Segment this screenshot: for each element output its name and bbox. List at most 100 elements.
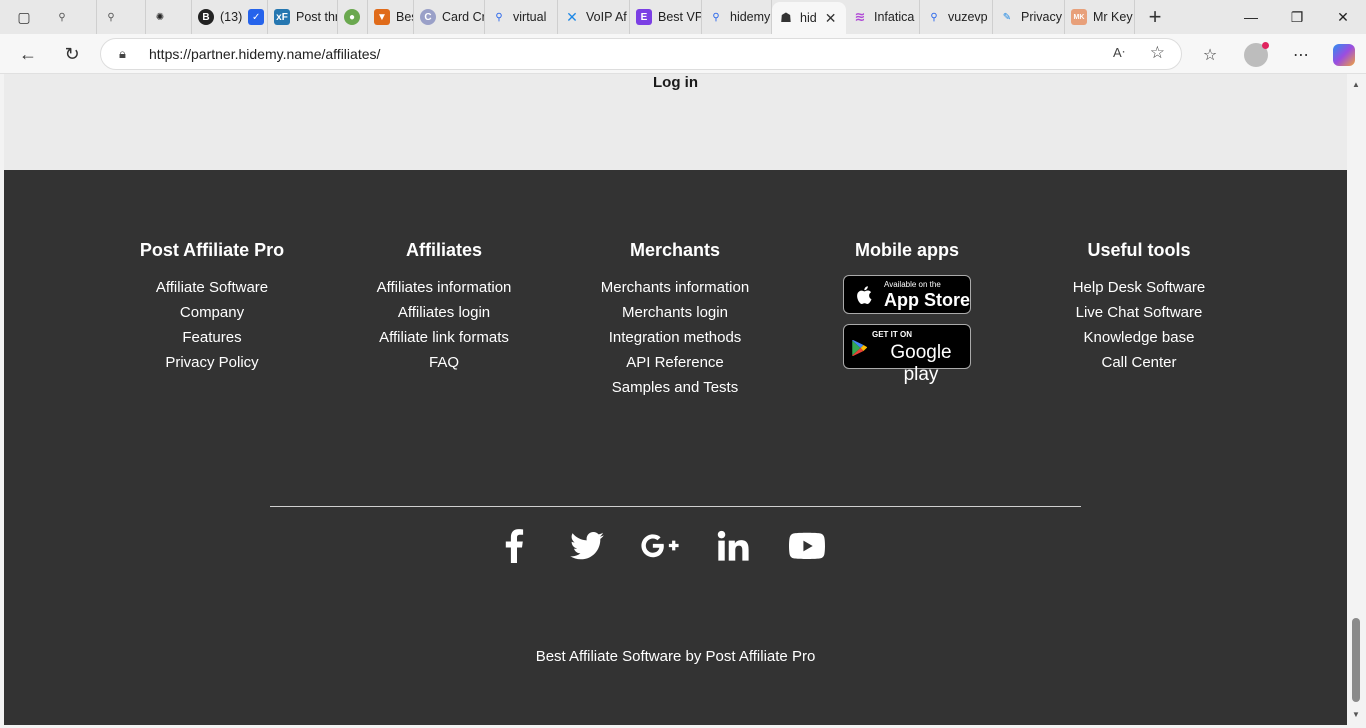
scroll-up-icon[interactable]: ▲ [1352,80,1360,89]
login-label[interactable]: Log in [4,74,1347,91]
footer: Post Affiliate Pro Affiliate Software Co… [4,170,1347,725]
tab[interactable]: ✕ VoIP Af [558,0,630,34]
mrkey-icon: MK [1071,9,1087,25]
footer-link[interactable]: Privacy Policy [92,350,332,375]
avatar [1244,42,1269,67]
footer-link[interactable]: Affiliate Software [92,275,332,300]
footer-link[interactable]: Call Center [1019,350,1259,375]
scroll-down-icon[interactable]: ▼ [1352,710,1360,719]
search-icon: ⚲ [107,11,115,23]
footer-col-title: Merchants [629,240,721,260]
tab[interactable]: ✎ Privacy [993,0,1065,34]
tab[interactable]: ⚲ [48,0,97,34]
favorites-icon[interactable]: ☆ [1197,42,1223,68]
tab[interactable]: ⚲ hidemy [702,0,772,34]
minimize-icon[interactable]: — [1228,0,1274,34]
tab-label: virtual [513,10,547,24]
footer-link[interactable]: Affiliate link formats [324,325,564,350]
footer-col-post-affiliate-pro: Post Affiliate Pro Affiliate Software Co… [92,240,332,375]
google-play-large: Google play [890,342,952,385]
favorite-star-icon[interactable]: ☆ [1150,43,1165,63]
tab-label: Infatica [874,10,915,24]
app-store-badge[interactable]: Available on the App Store [843,275,971,314]
tab[interactable]: MK Mr Key [1065,0,1135,34]
tab[interactable]: ⚲ vuzevp [920,0,993,34]
footer-col-affiliates: Affiliates Affiliates information Affili… [324,240,564,375]
tab[interactable]: C Card Cr [414,0,485,34]
footer-col-useful-tools: Useful tools Help Desk Software Live Cha… [1019,240,1259,375]
close-window-icon[interactable]: ✕ [1320,0,1366,34]
address-bar-row: ← ↻ 🔒︎ https://partner.hidemy.name/affil… [0,34,1366,74]
google-play-badge[interactable]: GET IT ON Google play [843,324,971,385]
infatica-icon: ≋ [854,9,866,24]
footer-link[interactable]: Features [92,325,332,350]
tab-label: vuzevp [948,10,988,24]
apple-icon [857,286,872,304]
e-icon: E [636,9,652,25]
refresh-icon[interactable]: ↻ [57,40,87,68]
tab[interactable]: B (13) ✓ [192,0,268,34]
app-store-small: Available on the [884,280,941,289]
hidemy-icon: ☗ [780,10,792,25]
close-tab-icon[interactable]: ✕ [825,10,837,27]
google-play-icon [852,339,868,357]
more-options-icon[interactable]: ⋯ [1288,42,1314,68]
search-icon: ⚲ [495,11,503,23]
footer-credit[interactable]: Best Affiliate Software by Post Affiliat… [4,648,1347,665]
tab-label: Post thr [296,10,338,24]
tab-actions-icon[interactable]: ▢ [0,0,48,34]
b-icon: B [198,9,214,25]
footer-link[interactable]: Merchants login [555,300,795,325]
footer-link[interactable]: Affiliates information [324,275,564,300]
shield-icon: ▼ [374,9,390,25]
lock-icon[interactable]: 🔒︎ [119,46,126,62]
tab-label: Privacy [1021,10,1062,24]
youtube-icon[interactable] [787,526,827,566]
search-icon: ⚲ [930,11,938,23]
tab[interactable]: ▼ Best [368,0,414,34]
facebook-icon[interactable] [494,526,534,566]
footer-link[interactable]: API Reference [555,350,795,375]
login-section: Log in [4,74,1347,170]
copilot-logo [1333,44,1355,66]
read-aloud-icon[interactable]: Aᐧ [1113,45,1125,61]
tab[interactable]: ⚲ [97,0,146,34]
x-icon: ✕ [566,8,578,25]
scrollbar[interactable]: ▲ ▼ [1347,74,1366,725]
tab-label: VoIP Af [586,10,627,24]
tab[interactable]: ≋ Infatica [846,0,920,34]
google-plus-icon[interactable] [640,526,680,566]
tab-label: hid [800,11,817,25]
footer-link[interactable]: Merchants information [555,275,795,300]
tab[interactable]: E Best VP [630,0,702,34]
footer-link[interactable]: Live Chat Software [1019,300,1259,325]
scrollbar-thumb[interactable] [1352,618,1360,702]
new-tab-icon[interactable]: + [1135,4,1175,30]
footer-link[interactable]: Help Desk Software [1019,275,1259,300]
linkedin-icon[interactable] [713,526,753,566]
copilot-icon[interactable] [1331,42,1357,68]
footer-col-title: Post Affiliate Pro [139,240,285,260]
c-icon: C [420,9,436,25]
footer-col-mobile-apps: Mobile apps Available on the App Store G… [787,240,1027,385]
footer-link[interactable]: Samples and Tests [555,375,795,400]
footer-col-title: Mobile apps [854,240,959,260]
openai-icon: ✺ [155,11,165,23]
tab[interactable]: ✺ [146,0,192,34]
footer-link[interactable]: Knowledge base [1019,325,1259,350]
twitter-icon[interactable] [567,526,607,566]
back-icon[interactable]: ← [13,40,43,68]
tab-active[interactable]: ☗ hid ✕ [772,2,846,34]
url-field[interactable]: 🔒︎ https://partner.hidemy.name/affiliate… [100,38,1182,70]
footer-link[interactable]: FAQ [324,350,564,375]
footer-link[interactable]: Affiliates login [324,300,564,325]
footer-link[interactable]: Integration methods [555,325,795,350]
tab[interactable]: xF Post thr [268,0,338,34]
leaf-icon: ● [344,9,360,25]
tab[interactable]: ● [338,0,368,34]
maximize-icon[interactable]: ❐ [1274,0,1320,34]
footer-divider [270,506,1081,507]
profile-avatar[interactable] [1243,42,1269,68]
tab[interactable]: ⚲ virtual [485,0,558,34]
footer-link[interactable]: Company [92,300,332,325]
